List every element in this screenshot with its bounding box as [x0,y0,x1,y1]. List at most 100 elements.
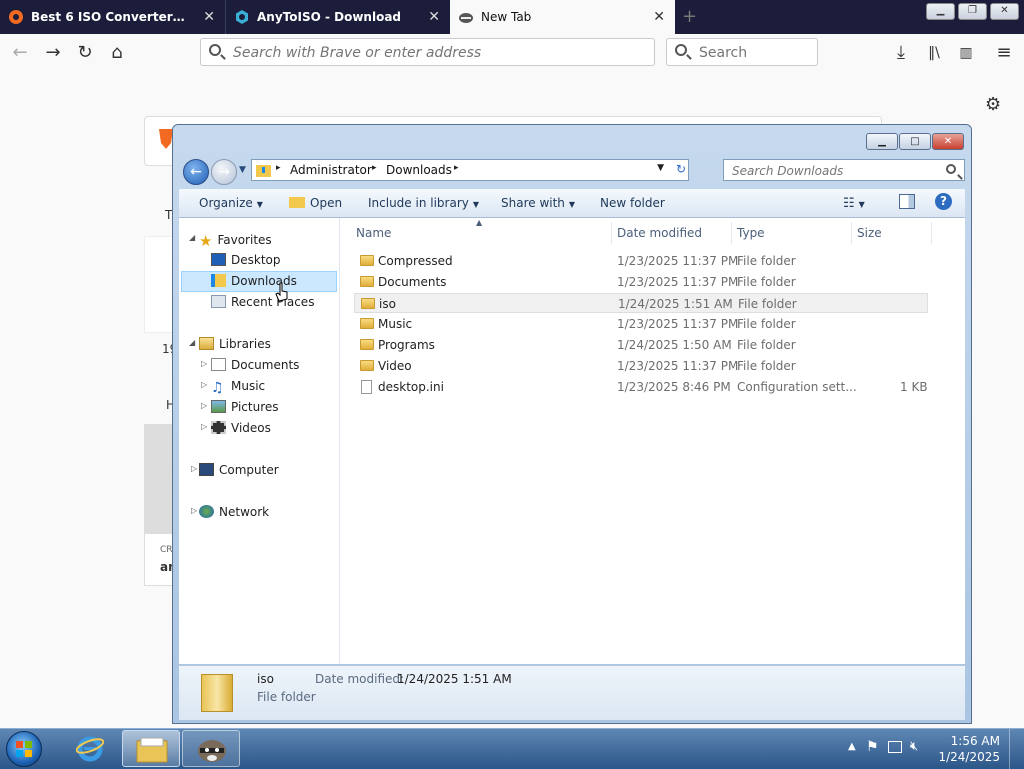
open-button[interactable]: Open [289,196,342,210]
nav-recent-places[interactable]: Recent Places [211,295,314,309]
file-row[interactable]: Video 1/23/2025 11:37 PM File folder [354,356,928,376]
column-divider[interactable] [851,222,852,244]
action-center-flag-icon[interactable]: ⚑ [866,739,879,755]
start-button[interactable] [6,731,42,767]
nav-computer[interactable]: Computer [199,463,279,477]
explorer-search-box[interactable] [723,159,965,181]
system-tray: ▲ ⚑ 🔇︎ 1:56 AM 1/24/2025 [844,729,1024,769]
browser-close-button[interactable]: ✕ [990,3,1019,20]
column-header-type[interactable]: Type [737,226,765,240]
tab-anytoiso-download[interactable]: AnyToISO - Download ✕ [225,0,450,34]
file-row[interactable]: Compressed 1/23/2025 11:37 PM File folde… [354,251,928,271]
new-folder-button[interactable]: New folder [600,196,665,210]
column-divider[interactable] [731,222,732,244]
tab-close-icon[interactable]: ✕ [653,9,665,25]
nav-libraries[interactable]: Libraries [199,337,271,351]
network-status-icon[interactable] [888,741,902,753]
breadcrumb-separator-icon[interactable]: ▸ [454,163,459,173]
share-with-button[interactable]: Share with ▼ [501,196,575,210]
nav-pictures[interactable]: Pictures [211,400,279,414]
sidebar-icon[interactable]: ▥ [955,42,977,64]
details-pane: iso File folder Date modified: 1/24/2025… [179,665,965,720]
file-row[interactable]: Music 1/23/2025 11:37 PM File folder [354,314,928,334]
address-history-chevron-down-icon[interactable]: ▼ [657,163,664,173]
browser-minimize-button[interactable]: ▁ [926,3,955,20]
menu-icon[interactable]: ≡ [993,42,1015,64]
forward-arrow-icon[interactable]: → [42,42,64,64]
settings-file-icon [361,380,372,394]
file-row-selected[interactable]: iso 1/24/2025 1:51 AM File folder [354,293,928,313]
breadcrumb-separator-icon[interactable]: ▸ [372,163,377,173]
expand-arrow-icon[interactable]: ▷ [191,464,197,473]
nav-label: Computer [219,463,279,477]
nav-videos[interactable]: Videos [211,421,271,435]
tab-best-iso-converters[interactable]: Best 6 ISO Converters to Conve ✕ [0,0,225,34]
explorer-address-bar[interactable]: ▸ Administrator ▸ Downloads ▸ ▼ ↻ [251,159,689,181]
explorer-search-input[interactable] [730,163,934,179]
help-icon[interactable]: ? [935,193,952,210]
show-hidden-icons-chevron-up-icon[interactable]: ▲ [848,741,856,752]
taskbar-clock[interactable]: 1:56 AM 1/24/2025 [938,733,1000,765]
downloads-icon[interactable]: ⤓ [890,42,912,64]
new-tab-plus-icon[interactable]: + [682,6,697,27]
tab-close-icon[interactable]: ✕ [428,9,440,25]
chevron-down-icon: ▼ [472,200,480,209]
gear-icon[interactable]: ⚙ [985,94,1001,115]
expand-arrow-icon[interactable]: ▷ [201,401,207,410]
browser-search-input[interactable] [697,44,816,62]
file-row[interactable]: Documents 1/23/2025 11:37 PM File folder [354,272,928,292]
expand-arrow-icon[interactable]: ▷ [191,506,197,515]
breadcrumb-administrator[interactable]: Administrator [290,163,372,177]
expand-arrow-icon[interactable]: ▷ [201,380,207,389]
view-options-icon[interactable]: ☷ ▼ [843,196,865,211]
nav-favorites[interactable]: ★ Favorites [199,232,272,250]
preview-pane-icon[interactable] [899,194,915,209]
library-icon[interactable]: ‖\ [923,42,945,64]
reload-icon[interactable]: ↻ [74,42,96,64]
column-divider[interactable] [611,222,612,244]
explorer-close-button[interactable]: ✕ [932,133,964,150]
taskbar-explorer-button[interactable] [122,730,180,767]
breadcrumb-downloads[interactable]: Downloads [386,163,452,177]
collapse-arrow-icon[interactable]: ◢ [189,233,195,242]
tab-new-tab[interactable]: New Tab ✕ [450,0,675,34]
search-icon[interactable] [946,164,956,174]
open-label: Open [310,196,343,210]
taskbar-browser-button[interactable] [182,730,240,767]
column-header-date-modified[interactable]: Date modified [617,226,702,240]
expand-arrow-icon[interactable]: ▷ [201,359,207,368]
url-bar[interactable] [200,38,655,66]
browser-search-box[interactable] [666,38,818,66]
internet-explorer-icon [76,736,104,762]
home-icon[interactable]: ⌂ [106,42,128,64]
taskbar-internet-explorer-button[interactable] [62,730,120,767]
forward-icon[interactable]: → [211,159,237,185]
collapse-arrow-icon[interactable]: ◢ [189,338,195,347]
column-header-size[interactable]: Size [857,226,882,240]
organize-button[interactable]: Organize ▼ [199,196,263,210]
expand-arrow-icon[interactable]: ▷ [201,422,207,431]
downloads-folder-icon [256,165,271,177]
volume-muted-icon[interactable]: 🔇︎ [910,739,918,754]
file-row[interactable]: Programs 1/24/2025 1:50 AM File folder [354,335,928,355]
nav-desktop[interactable]: Desktop [211,253,281,267]
url-input[interactable] [231,44,635,62]
nav-network[interactable]: Network [199,505,269,519]
tab-close-icon[interactable]: ✕ [203,9,215,25]
include-in-library-button[interactable]: Include in library ▼ [368,196,479,210]
file-row[interactable]: desktop.ini 1/23/2025 8:46 PM Configurat… [354,377,928,397]
show-desktop-button[interactable] [1009,729,1024,769]
column-header-name[interactable]: Name [356,226,391,240]
file-name: Compressed [378,254,453,268]
column-divider[interactable] [931,222,932,244]
back-arrow-icon[interactable]: ← [9,42,31,64]
recent-pages-chevron-down-icon[interactable]: ▼ [239,165,246,175]
breadcrumb-separator-icon[interactable]: ▸ [276,163,281,173]
browser-restore-button[interactable]: ❐ [958,3,987,20]
back-icon[interactable]: ← [183,159,209,185]
explorer-maximize-button[interactable]: □ [899,133,931,150]
nav-music[interactable]: ♫ Music [211,379,265,396]
nav-documents[interactable]: Documents [211,358,299,372]
refresh-icon[interactable]: ↻ [676,162,686,176]
explorer-minimize-button[interactable]: ▁ [866,133,898,150]
